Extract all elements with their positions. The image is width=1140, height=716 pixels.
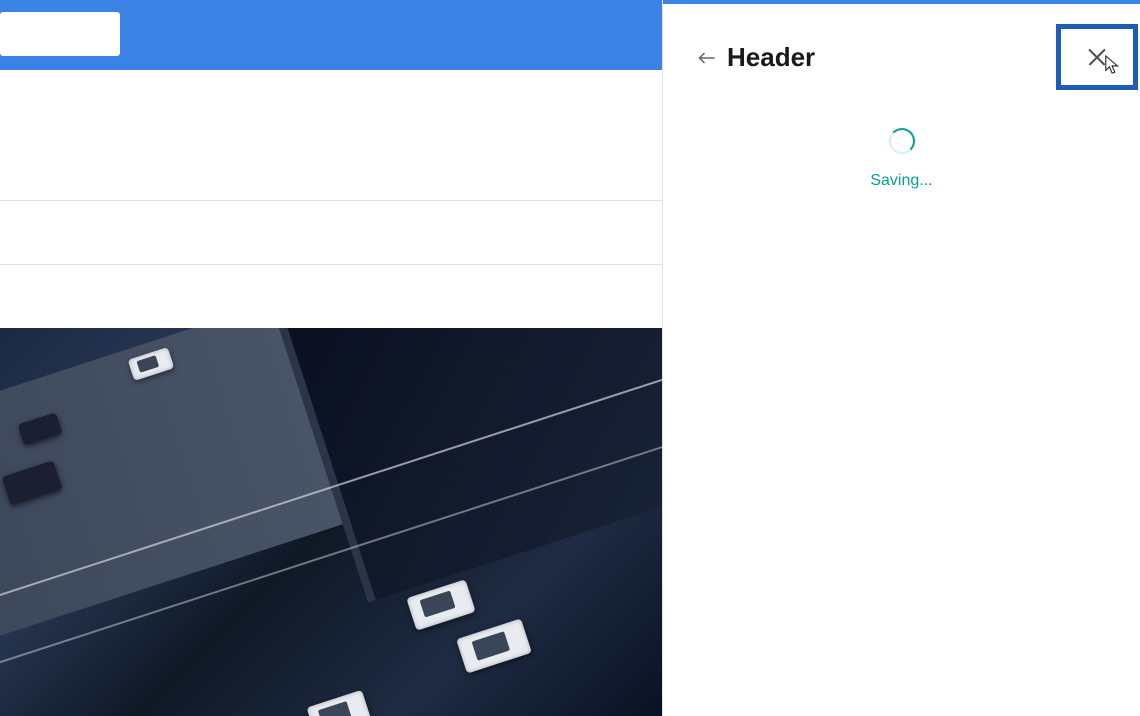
- search-input[interactable]: [0, 12, 120, 56]
- panel-accent-border: [663, 0, 1140, 4]
- saving-text: Saving...: [663, 172, 1140, 190]
- hero-image: [0, 328, 662, 716]
- content-band-upper: [0, 70, 662, 200]
- close-button[interactable]: [1056, 24, 1138, 90]
- content-band-divider: [0, 200, 662, 265]
- app-top-bar: [0, 0, 662, 70]
- main-content-area: [0, 0, 662, 716]
- saving-status: Saving...: [663, 128, 1140, 190]
- spinner-icon: [889, 128, 915, 154]
- header-settings-panel: Header Saving...: [662, 0, 1140, 716]
- panel-header: Header: [697, 42, 815, 73]
- back-arrow-icon[interactable]: [697, 48, 717, 68]
- panel-title: Header: [727, 42, 815, 73]
- close-icon: [1087, 47, 1107, 67]
